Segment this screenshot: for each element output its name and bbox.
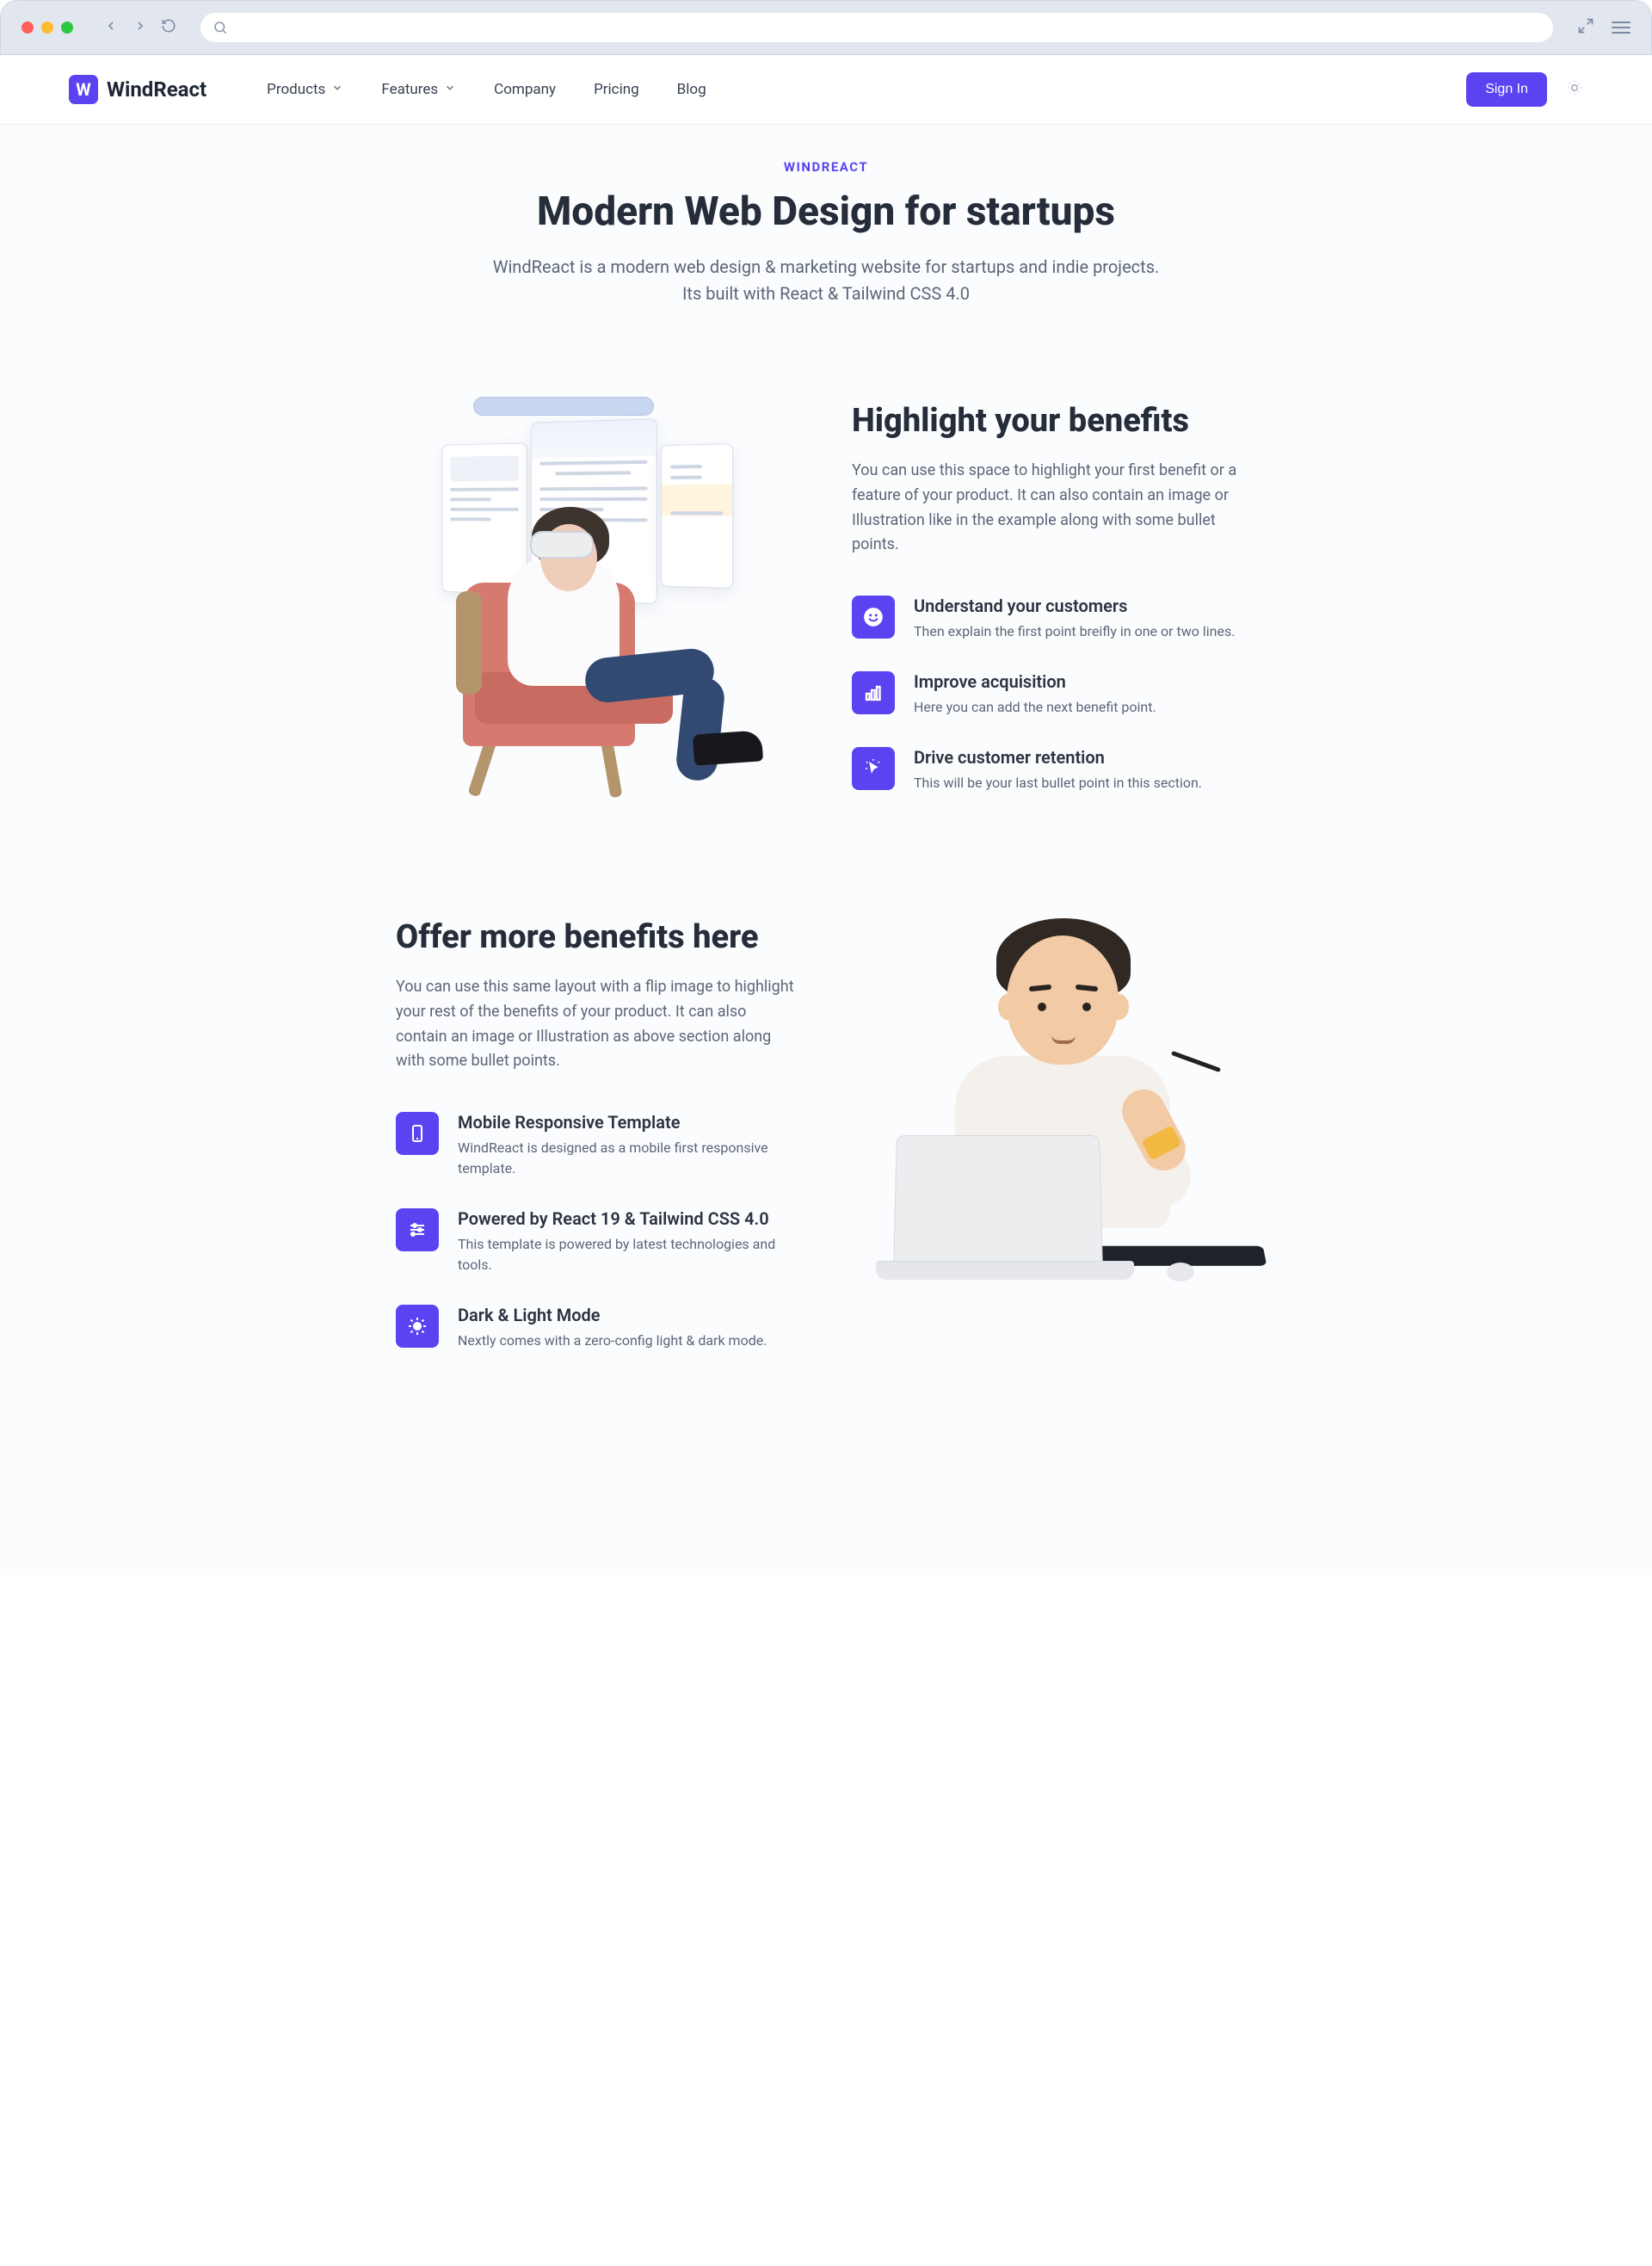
illustration-vr-person	[396, 402, 792, 798]
theme-toggle-icon[interactable]	[1566, 79, 1583, 100]
section-heading: Highlight your benefits	[852, 402, 1256, 440]
chevron-down-icon	[331, 81, 343, 98]
benefit-desc: Here you can add the next benefit point.	[914, 697, 1156, 718]
expand-icon[interactable]	[1577, 17, 1594, 38]
nav-pricing[interactable]: Pricing	[594, 81, 639, 98]
benefit-item: Improve acquisition Here you can add the…	[852, 671, 1256, 718]
sliders-icon	[396, 1208, 439, 1251]
illustration-laptop-person	[860, 918, 1256, 1297]
benefit-item: Powered by React 19 & Tailwind CSS 4.0 T…	[396, 1208, 800, 1275]
benefit-title: Mobile Responsive Template	[458, 1112, 800, 1133]
mobile-icon	[396, 1112, 439, 1155]
back-button[interactable]	[104, 19, 118, 36]
minimize-window-icon[interactable]	[41, 22, 53, 34]
page-content: WINDREACT Modern Web Design for startups…	[0, 125, 1652, 1575]
benefit-item: Dark & Light Mode Nextly comes with a ze…	[396, 1305, 800, 1351]
section-desc: You can use this space to highlight your…	[852, 459, 1256, 558]
benefit-title: Improve acquisition	[914, 671, 1156, 692]
benefit-item: Mobile Responsive Template WindReact is …	[396, 1112, 800, 1179]
benefit-desc: This will be your last bullet point in t…	[914, 773, 1202, 793]
maximize-window-icon[interactable]	[61, 22, 73, 34]
section-desc: You can use this same layout with a flip…	[396, 975, 800, 1074]
section-heading: Offer more benefits here	[396, 918, 800, 956]
cursor-icon	[852, 747, 895, 790]
benefit-title: Dark & Light Mode	[458, 1305, 767, 1325]
url-bar[interactable]	[200, 13, 1553, 42]
page-subheading: WindReact is a modern web design & marke…	[482, 254, 1170, 307]
benefit-title: Understand your customers	[914, 596, 1235, 616]
nav-label: Products	[267, 81, 325, 98]
benefit-item: Drive customer retention This will be yo…	[852, 747, 1256, 793]
eyebrow: WINDREACT	[482, 159, 1170, 175]
smile-icon	[852, 596, 895, 639]
chevron-down-icon	[444, 81, 456, 98]
benefit-desc: Nextly comes with a zero-config light & …	[458, 1331, 767, 1351]
benefit-desc: Then explain the first point breifly in …	[914, 621, 1235, 642]
intro-section: WINDREACT Modern Web Design for startups…	[482, 159, 1170, 307]
nav-products[interactable]: Products	[267, 81, 343, 98]
main-nav: Products Features Company Pricing Blog	[267, 81, 706, 98]
benefits-section-1: Highlight your benefits You can use this…	[370, 402, 1282, 798]
benefit-title: Powered by React 19 & Tailwind CSS 4.0	[458, 1208, 800, 1229]
logo[interactable]: W WindReact	[69, 75, 206, 104]
signin-button[interactable]: Sign In	[1466, 72, 1547, 107]
browser-chrome	[0, 0, 1652, 55]
nav-label: Features	[381, 81, 438, 98]
search-icon	[213, 20, 228, 35]
nav-label: Blog	[677, 81, 706, 98]
benefit-desc: This template is powered by latest techn…	[458, 1234, 800, 1275]
logo-text: WindReact	[107, 77, 206, 102]
menu-icon[interactable]	[1612, 22, 1630, 34]
nav-features[interactable]: Features	[381, 81, 456, 98]
page-heading: Modern Web Design for startups	[482, 188, 1170, 235]
nav-company[interactable]: Company	[494, 81, 556, 98]
close-window-icon[interactable]	[22, 22, 34, 34]
nav-blog[interactable]: Blog	[677, 81, 706, 98]
benefit-desc: WindReact is designed as a mobile first …	[458, 1138, 800, 1179]
benefit-item: Understand your customers Then explain t…	[852, 596, 1256, 642]
reload-button[interactable]	[161, 18, 176, 37]
site-header: W WindReact Products Features Company Pr…	[0, 55, 1652, 125]
window-controls	[22, 22, 73, 34]
browser-nav-arrows	[104, 19, 147, 36]
forward-button[interactable]	[133, 19, 147, 36]
logo-mark: W	[69, 75, 98, 104]
sun-icon	[396, 1305, 439, 1348]
benefit-title: Drive customer retention	[914, 747, 1202, 768]
chart-icon	[852, 671, 895, 714]
nav-label: Pricing	[594, 81, 639, 98]
nav-label: Company	[494, 81, 556, 98]
benefits-section-2: Offer more benefits here You can use thi…	[370, 918, 1282, 1351]
